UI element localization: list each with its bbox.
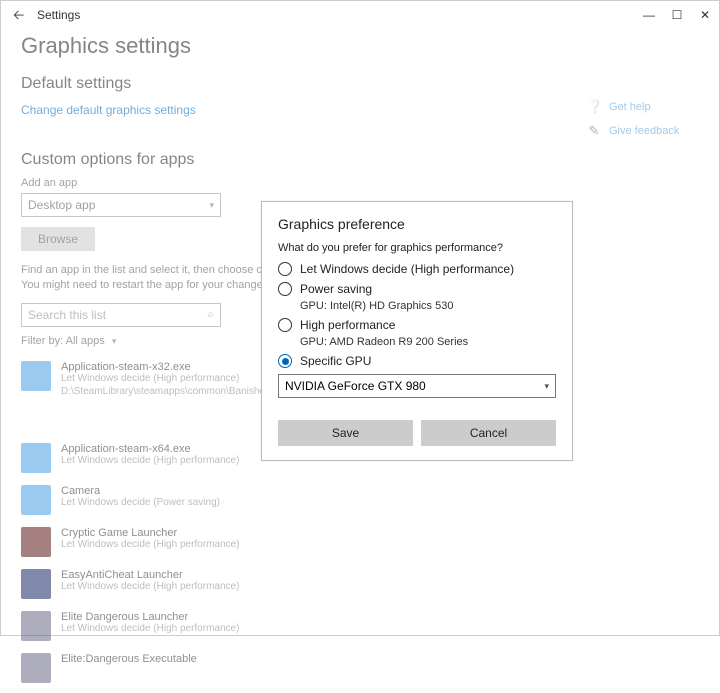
- radio-label: Power saving: [300, 282, 372, 296]
- radio-icon: [278, 282, 292, 296]
- chevron-down-icon: ▾: [544, 381, 549, 392]
- app-name: Elite:Dangerous Executable: [61, 653, 197, 665]
- cancel-button[interactable]: Cancel: [421, 420, 556, 446]
- dialog-options: Let Windows decide (High performance) Pow…: [278, 262, 556, 368]
- radio-option[interactable]: Specific GPU: [278, 354, 556, 368]
- radio-option[interactable]: Let Windows decide (High performance): [278, 262, 556, 276]
- radio-sub: GPU: Intel(R) HD Graphics 530: [300, 300, 556, 312]
- radio-sub: GPU: AMD Radeon R9 200 Series: [300, 336, 556, 348]
- graphics-preference-dialog: Graphics preference What do you prefer f…: [261, 201, 573, 461]
- overlay: Graphics preference What do you prefer f…: [1, 1, 719, 635]
- radio-label: Specific GPU: [300, 354, 371, 368]
- gpu-value: NVIDIA GeForce GTX 980: [285, 379, 426, 393]
- radio-option[interactable]: High performance: [278, 318, 556, 332]
- dialog-question: What do you prefer for graphics performa…: [278, 242, 556, 254]
- dialog-title: Graphics preference: [278, 216, 556, 232]
- radio-option[interactable]: Power saving: [278, 282, 556, 296]
- radio-icon: [278, 318, 292, 332]
- gpu-select[interactable]: NVIDIA GeForce GTX 980 ▾: [278, 374, 556, 398]
- save-button[interactable]: Save: [278, 420, 413, 446]
- radio-icon: [278, 354, 292, 368]
- radio-icon: [278, 262, 292, 276]
- app-row[interactable]: Elite:Dangerous Executable: [21, 647, 699, 689]
- radio-label: High performance: [300, 318, 395, 332]
- radio-label: Let Windows decide (High performance): [300, 262, 514, 276]
- app-icon: [21, 653, 51, 683]
